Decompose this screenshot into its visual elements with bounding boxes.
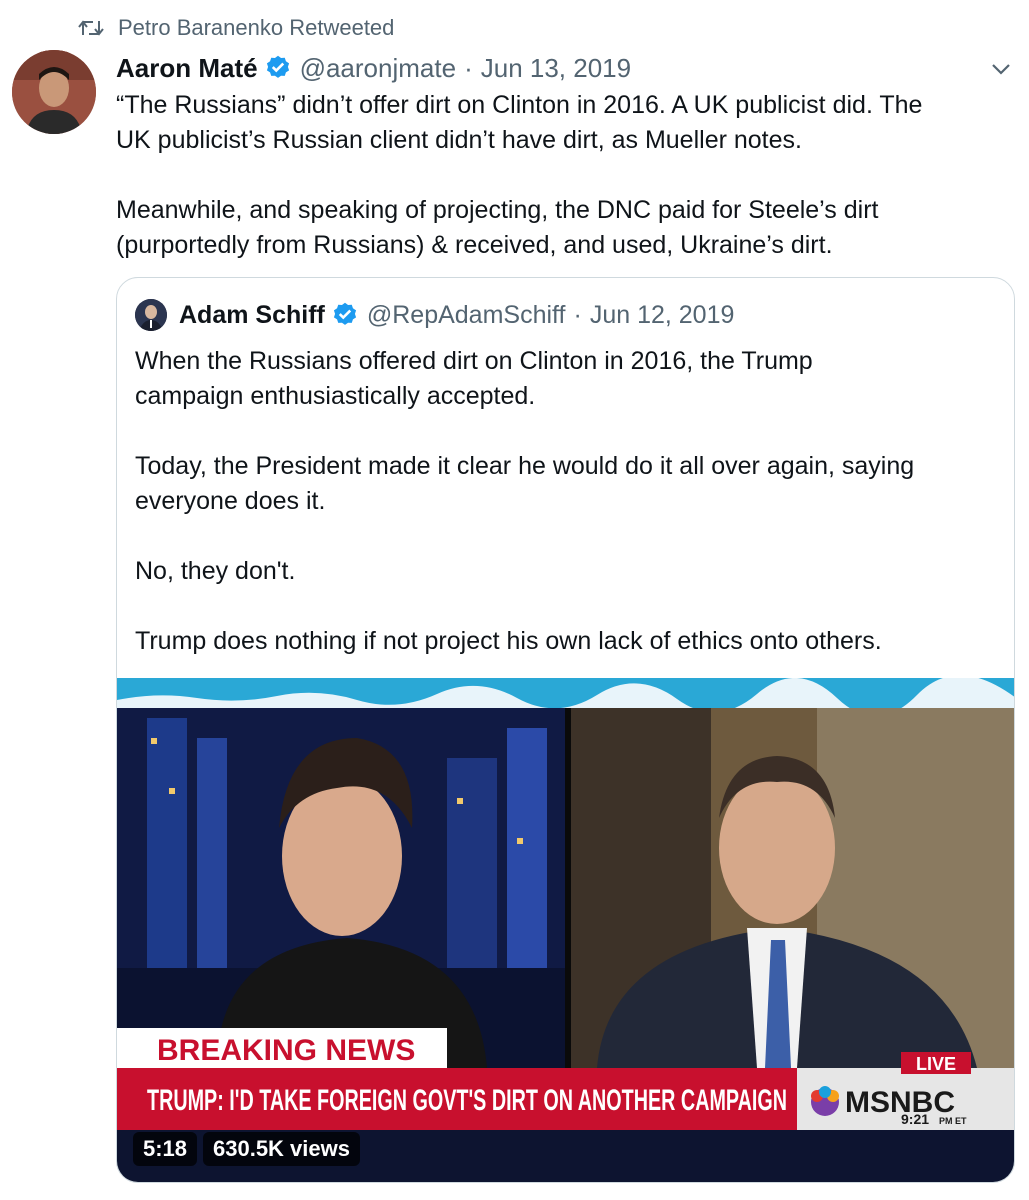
quoted-tweet[interactable]: Adam Schiff @RepAdamSchiff · Jun 12, 201…: [116, 277, 1015, 1183]
verified-badge-icon: [266, 55, 289, 78]
tweet-date[interactable]: Jun 13, 2019: [481, 53, 631, 84]
quoted-tweet-header: Adam Schiff @RepAdamSchiff · Jun 12, 201…: [135, 298, 734, 332]
tweet-line: Meanwhile, and speaking of projecting, t…: [116, 196, 879, 224]
tweet-header: Aaron Maté @aaronjmate · Jun 13, 2019: [116, 48, 1016, 88]
avatar[interactable]: [12, 50, 96, 134]
author-handle[interactable]: @aaronjmate: [300, 53, 456, 84]
chevron-down-icon[interactable]: [988, 56, 1014, 82]
separator: ·: [573, 300, 582, 329]
video-duration: 5:18: [133, 1132, 198, 1166]
retweet-context[interactable]: Petro Baranenko Retweeted: [78, 14, 394, 42]
quoted-tweet-date: Jun 12, 2019: [589, 300, 735, 329]
quoted-line: Today, the President made it clear he wo…: [135, 452, 915, 480]
author-name[interactable]: Aaron Maté: [116, 53, 258, 84]
tweet-line: “The Russians” didn’t offer dirt on Clin…: [116, 91, 923, 119]
video-frame: BREAKING NEWS TRUMP: I'D TAKE FOREIGN GO…: [117, 678, 1014, 1130]
quoted-line: everyone does it.: [135, 487, 326, 515]
broadcast-time: 9:21: [901, 1111, 929, 1127]
breaking-news-label: BREAKING NEWS: [157, 1034, 415, 1067]
quoted-line: No, they don't.: [135, 557, 296, 585]
tweet: Aaron Maté @aaronjmate · Jun 13, 2019 “T…: [116, 48, 1016, 263]
quoted-line: Trump does nothing if not project his ow…: [135, 627, 882, 655]
avatar-image: [12, 50, 96, 134]
live-badge: LIVE: [916, 1054, 956, 1074]
broadcast-time-suffix: PM ET: [939, 1116, 967, 1126]
tweet-line: UK publicist’s Russian client didn’t hav…: [116, 126, 802, 154]
quoted-line: When the Russians offered dirt on Clinto…: [135, 347, 813, 375]
retweet-label: Petro Baranenko Retweeted: [118, 15, 395, 40]
video-player[interactable]: BREAKING NEWS TRUMP: I'D TAKE FOREIGN GO…: [117, 678, 1014, 1182]
retweet-icon: [78, 20, 104, 36]
quoted-author-name: Adam Schiff: [179, 300, 325, 329]
tweet-text: “The Russians” didn’t offer dirt on Clin…: [116, 88, 1016, 263]
tweet-line: (purportedly from Russians) & received, …: [116, 231, 833, 259]
quoted-author-handle: @RepAdamSchiff: [366, 300, 566, 329]
separator: ·: [464, 52, 473, 83]
quoted-avatar: [135, 299, 167, 331]
verified-badge-icon: [333, 302, 356, 325]
quoted-tweet-text: When the Russians offered dirt on Clinto…: [135, 344, 995, 659]
msnbc-logo-icon: [811, 1086, 839, 1116]
video-views: 630.5K views: [203, 1132, 360, 1166]
quoted-line: campaign enthusiastically accepted.: [135, 382, 536, 410]
news-ticker: TRUMP: I'D TAKE FOREIGN GOVT'S DIRT ON A…: [147, 1084, 787, 1117]
network-name: MSNBC: [845, 1086, 955, 1119]
